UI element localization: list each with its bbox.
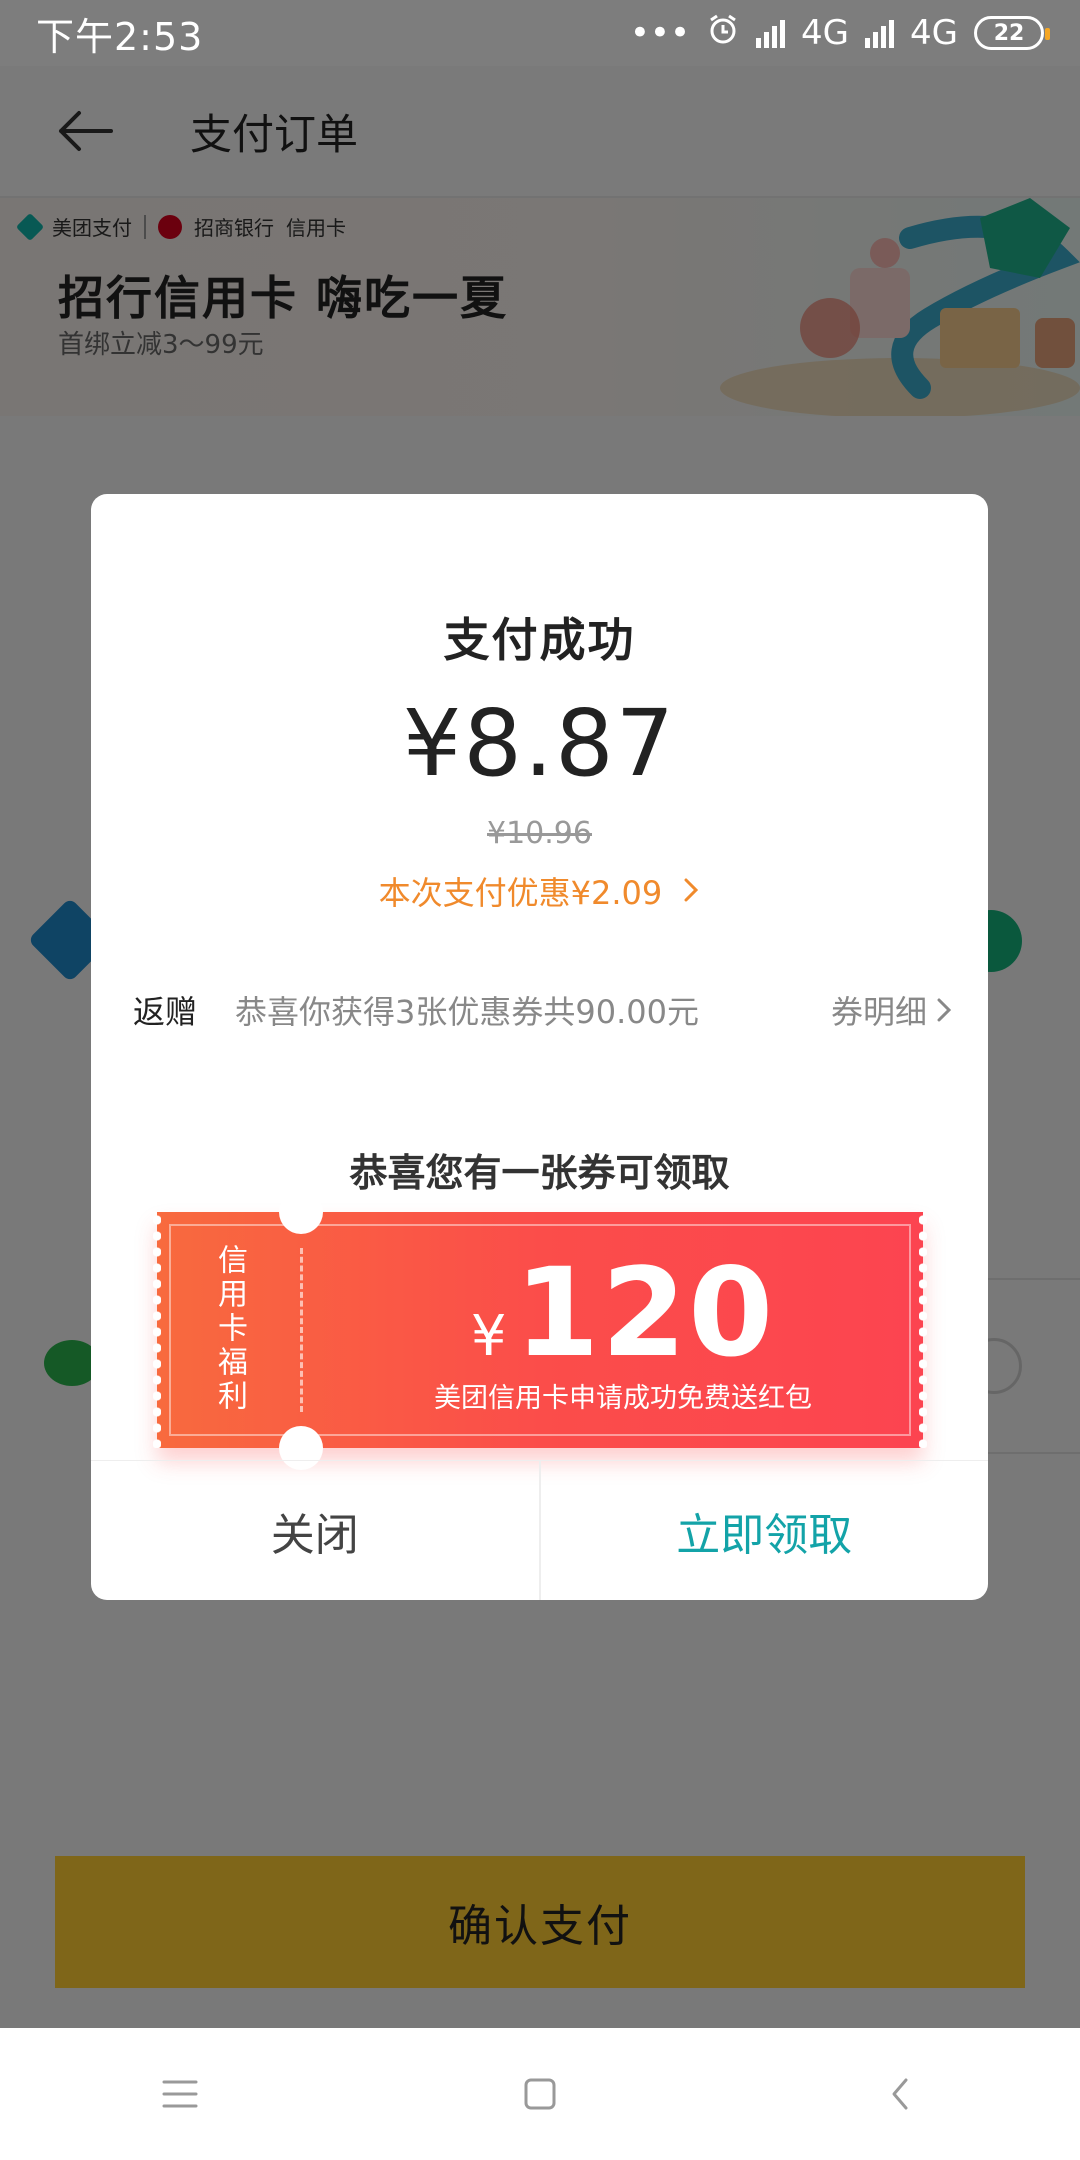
signal-hd-icon — [865, 18, 895, 48]
discount-link[interactable]: 本次支付优惠¥2.09 — [91, 868, 988, 914]
dialog-title: 支付成功 — [443, 613, 636, 667]
coupon-heading: 恭喜您有一张券可领取 — [349, 1151, 730, 1195]
signal-icon — [756, 18, 786, 48]
payment-success-dialog: 支付成功 ¥8.87 ¥10.96 本次支付优惠¥2.09 返赠 恭喜你获得3张… — [91, 494, 988, 1600]
coupon-value: 120 — [514, 1242, 776, 1384]
chevron-right-icon — [937, 998, 952, 1022]
alarm-icon — [706, 12, 740, 55]
menu-icon[interactable] — [135, 2049, 225, 2139]
discount-text: 本次支付优惠¥2.09 — [378, 874, 663, 912]
rebate-text: 恭喜你获得3张优惠券共90.00元 — [235, 993, 699, 1031]
dialog-actions: 关闭 立即领取 — [91, 1460, 988, 1600]
network-type-1: 4G — [801, 13, 850, 53]
paid-amount: ¥8.87 — [402, 690, 677, 797]
coupon-amount: ¥120 — [323, 1242, 923, 1384]
back-icon[interactable] — [855, 2049, 945, 2139]
chevron-right-icon — [682, 874, 700, 912]
status-bar: 下午2:53 ••• 4G 4G 22 — [0, 0, 1080, 66]
coupon-card[interactable]: 信用卡福利 ¥120 美团信用卡申请成功免费送红包 — [153, 1190, 927, 1470]
coupon-details-label: 券明细 — [830, 993, 927, 1031]
home-icon[interactable] — [495, 2049, 585, 2139]
coupon-currency: ¥ — [470, 1304, 507, 1369]
status-indicators: ••• 4G 4G 22 — [629, 12, 1050, 55]
network-type-2: 4G — [910, 13, 958, 53]
claim-now-button[interactable]: 立即领取 — [541, 1461, 989, 1600]
coupon-details-link[interactable]: 券明细 — [831, 987, 953, 1033]
coupon-notch — [279, 1190, 323, 1234]
coupon-edge — [153, 1212, 161, 1448]
coupon-divider — [300, 1248, 303, 1412]
battery-icon: 22 — [974, 16, 1050, 50]
status-time: 下午2:53 — [36, 14, 204, 59]
rebate-row: 返赠 恭喜你获得3张优惠券共90.00元 券明细 — [133, 980, 953, 1040]
more-notifications-icon: ••• — [629, 13, 691, 53]
system-nav-bar — [0, 2028, 1080, 2160]
rebate-label: 返赠 — [133, 993, 198, 1031]
coupon-side-label: 信用卡福利 — [212, 1244, 247, 1414]
coupon-description: 美团信用卡申请成功免费送红包 — [434, 1383, 812, 1414]
original-amount: ¥10.96 — [487, 816, 592, 851]
close-button[interactable]: 关闭 — [91, 1461, 541, 1600]
